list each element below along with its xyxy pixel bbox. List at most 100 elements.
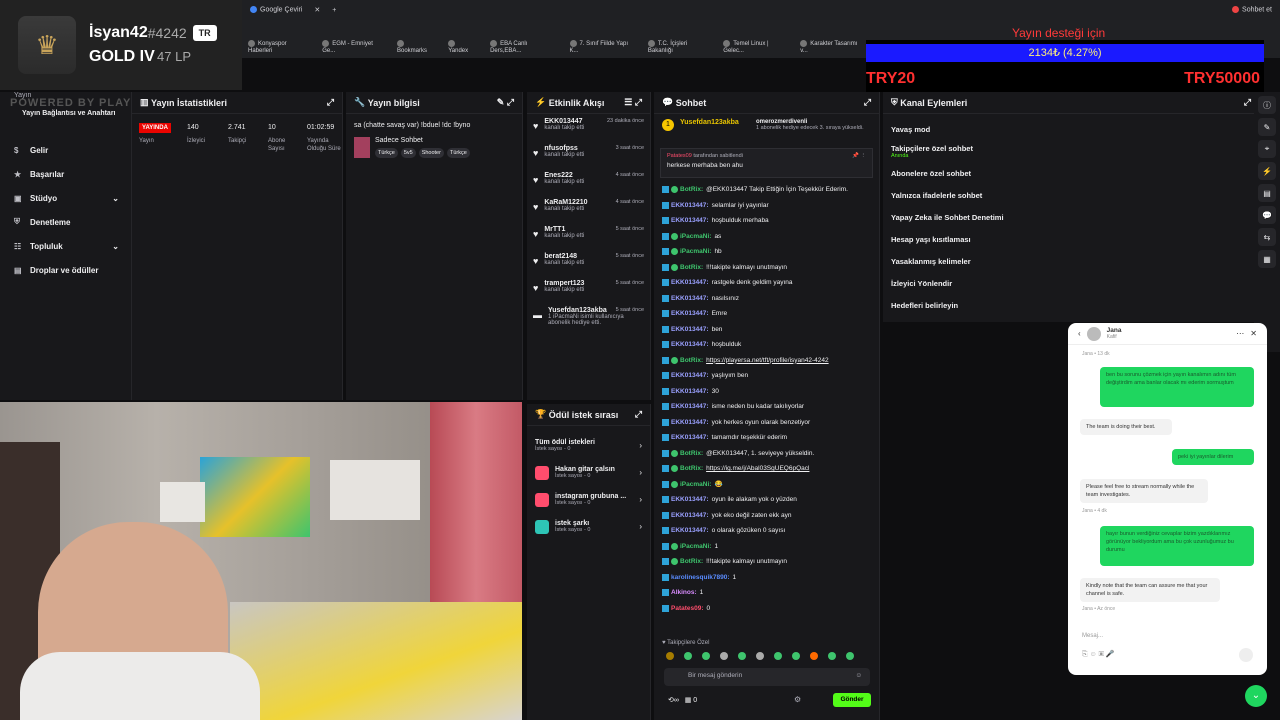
channel-action[interactable]: Yavaş mod› [883,118,1279,140]
toolbar-icon[interactable]: ⚡ [1258,162,1276,180]
nav-item[interactable]: ▣ Stüdyo ⌄ [0,186,131,210]
chat-link[interactable]: https://playersa.net/tft/profile/isyan42… [706,357,829,364]
channel-action[interactable]: Hedefleri belirleyin› [883,294,1279,316]
chat-username[interactable]: EKK013447: [671,403,709,410]
chat-username[interactable]: iPacmaNi: [680,248,711,255]
toolbar-icon[interactable]: ⇆ [1258,228,1276,246]
feed-user[interactable]: trampert123 [544,280,584,287]
bookmark-item[interactable]: Konyaspor Haberleri [248,40,308,54]
toolbar-icon[interactable]: ⌖ [1258,140,1276,158]
edit-icon[interactable]: ✎ ⤢ [497,97,514,108]
chat-username[interactable]: EKK013447: [671,310,709,317]
bookmark-item[interactable]: 7. Sınıf Fiilde Yapı K... [569,40,634,54]
bookmark-item[interactable]: Karakter Tasarımı v... [800,40,862,54]
chat-username[interactable]: EKK013447: [671,279,709,286]
chat-username[interactable]: EKK013447: [671,372,709,379]
chat-username[interactable]: BotRix: [680,465,703,472]
channel-action[interactable]: Yapay Zeka ile Sohbet Denetimi↗ [883,206,1279,228]
chat-username[interactable]: BotRix: [680,558,703,565]
emote-icon[interactable] [702,652,710,660]
points-display[interactable]: ⟲∞ ▦ 0 [668,696,697,704]
tag-chip[interactable]: 5v5 [400,148,416,158]
tag-chip[interactable]: Shooter [418,148,444,158]
bookmark-item[interactable]: Temel Linux | Gelec... [723,40,786,54]
tag-chip[interactable]: Türkçe [446,148,470,158]
channel-action[interactable]: Abonelere özel sohbet [883,162,1279,184]
category-name[interactable]: Sadece Sohbet [375,137,470,144]
channel-action[interactable]: İzleyici Yönlendir [883,272,1279,294]
channel-action[interactable]: Yasaklanmış kelimeler› [883,250,1279,272]
close-tab-icon[interactable]: ✕ [314,6,320,14]
chat-username[interactable]: BotRix: [680,450,703,457]
chat-username[interactable]: Alkinos: [671,589,697,596]
feed-user[interactable]: Enes222 [544,172,572,179]
emote-icon[interactable] [738,652,746,660]
emote-icon[interactable] [684,652,692,660]
popout-icon[interactable]: ⤢ [327,97,334,108]
reward-item[interactable]: instagram grubuna ... İstek sayısı - 0 › [527,486,650,513]
chat-username[interactable]: BotRix: [680,186,703,193]
chat-username[interactable]: EKK013447: [671,341,709,348]
feed-user[interactable]: Yusefdan123akba [548,307,607,314]
reward-item[interactable]: istek şarkı İstek sayısı - 0 › [527,513,650,540]
emote-icon[interactable] [846,652,854,660]
google-translate-tab[interactable]: Google Çeviri [250,6,302,14]
toolbar-icon[interactable]: ▤ [1258,184,1276,202]
popout-icon[interactable]: ⤢ [635,409,642,420]
chat-username[interactable]: EKK013447: [671,434,709,441]
emote-icon[interactable] [720,652,728,660]
bookmark-item[interactable]: T.C. İçişleri Bakanlığı [647,40,709,54]
chat-input[interactable]: Bir mesaj gönderin ☺ [664,668,870,686]
chat-username[interactable]: EKK013447: [671,496,709,503]
toolbar-icon[interactable]: 💬 [1258,206,1276,224]
reward-item[interactable]: Tüm ödül istekleri İstek sayısı - 0 › [527,432,650,459]
feed-user[interactable]: nfusofpss [544,145,577,152]
emote-icon[interactable] [666,652,674,660]
channel-action[interactable]: Takipçilere özel sohbetAnında› [883,140,1279,162]
feed-user[interactable]: KaRaM12210 [544,199,587,206]
chat-username[interactable]: BotRix: [680,357,703,364]
emote-icon[interactable] [792,652,800,660]
attach-icon[interactable]: ⎘ ☺ ▣ 🎤 [1082,650,1115,659]
chat-link[interactable]: https://ig.me/j/Abal03SgUEQ6pQacl [706,465,809,472]
popout-icon[interactable]: ⤢ [864,97,871,108]
channel-action[interactable]: Hesap yaşı kısıtlaması› [883,228,1279,250]
reward-item[interactable]: Hakan gitar çalsın İstek sayısı - 0 › [527,459,650,486]
pin-icon[interactable]: 📌 ⋮ [852,153,866,159]
bookmark-item[interactable]: Yandex [448,40,476,54]
nav-item[interactable]: $ Gelir [0,138,131,162]
back-icon[interactable]: ‹ [1078,329,1081,338]
profile-button[interactable]: Sohbet et [1232,6,1272,14]
channel-action[interactable]: Yalnızca ifadelerle sohbet [883,184,1279,206]
feed-user[interactable]: EKK013447 [544,118,582,125]
support-launcher-icon[interactable]: ⌄ [1245,685,1267,707]
chat-username[interactable]: EKK013447: [671,295,709,302]
more-icon[interactable]: ⋯ [1236,329,1244,338]
chat-username[interactable]: EKK013447: [671,388,709,395]
bookmark-item[interactable]: EGM - Emniyet Ge... [322,40,383,54]
chat-username[interactable]: karolinesquik7890: [671,574,730,581]
toolbar-icon[interactable]: ▦ [1258,250,1276,268]
feed-user[interactable]: MrTT1 [544,226,565,233]
toolbar-icon[interactable]: ✎ [1258,118,1276,136]
send-button[interactable]: Gönder [833,693,871,707]
chat-username[interactable]: EKK013447: [671,512,709,519]
chat-username[interactable]: Patates09: [671,605,704,612]
tag-chip[interactable]: Türkçe [375,148,398,158]
emote-icon[interactable] [828,652,836,660]
popout-icon[interactable]: ⤢ [1244,97,1251,108]
nav-item[interactable]: ⛨ Denetleme [0,210,131,234]
chat-username[interactable]: iPacmaNi: [680,543,711,550]
nav-item[interactable]: ☷ Topluluk ⌄ [0,234,131,258]
filter-icon[interactable]: ☰ ⤢ [624,97,642,108]
chat-username[interactable]: BotRix: [680,264,703,271]
bookmark-item[interactable]: Bookmarks [397,40,434,54]
chat-username[interactable]: iPacmaNi: [680,481,711,488]
support-input[interactable]: Mesaj... [1082,633,1103,639]
emote-icon[interactable] [756,652,764,660]
nav-item[interactable]: ▤ Droplar ve ödüller [0,258,131,282]
chat-username[interactable]: EKK013447: [671,326,709,333]
nav-item[interactable]: ★ Başarılar [0,162,131,186]
chat-username[interactable]: EKK013447: [671,527,709,534]
bookmark-item[interactable]: EBA Canlı Ders,EBA... [490,40,555,54]
